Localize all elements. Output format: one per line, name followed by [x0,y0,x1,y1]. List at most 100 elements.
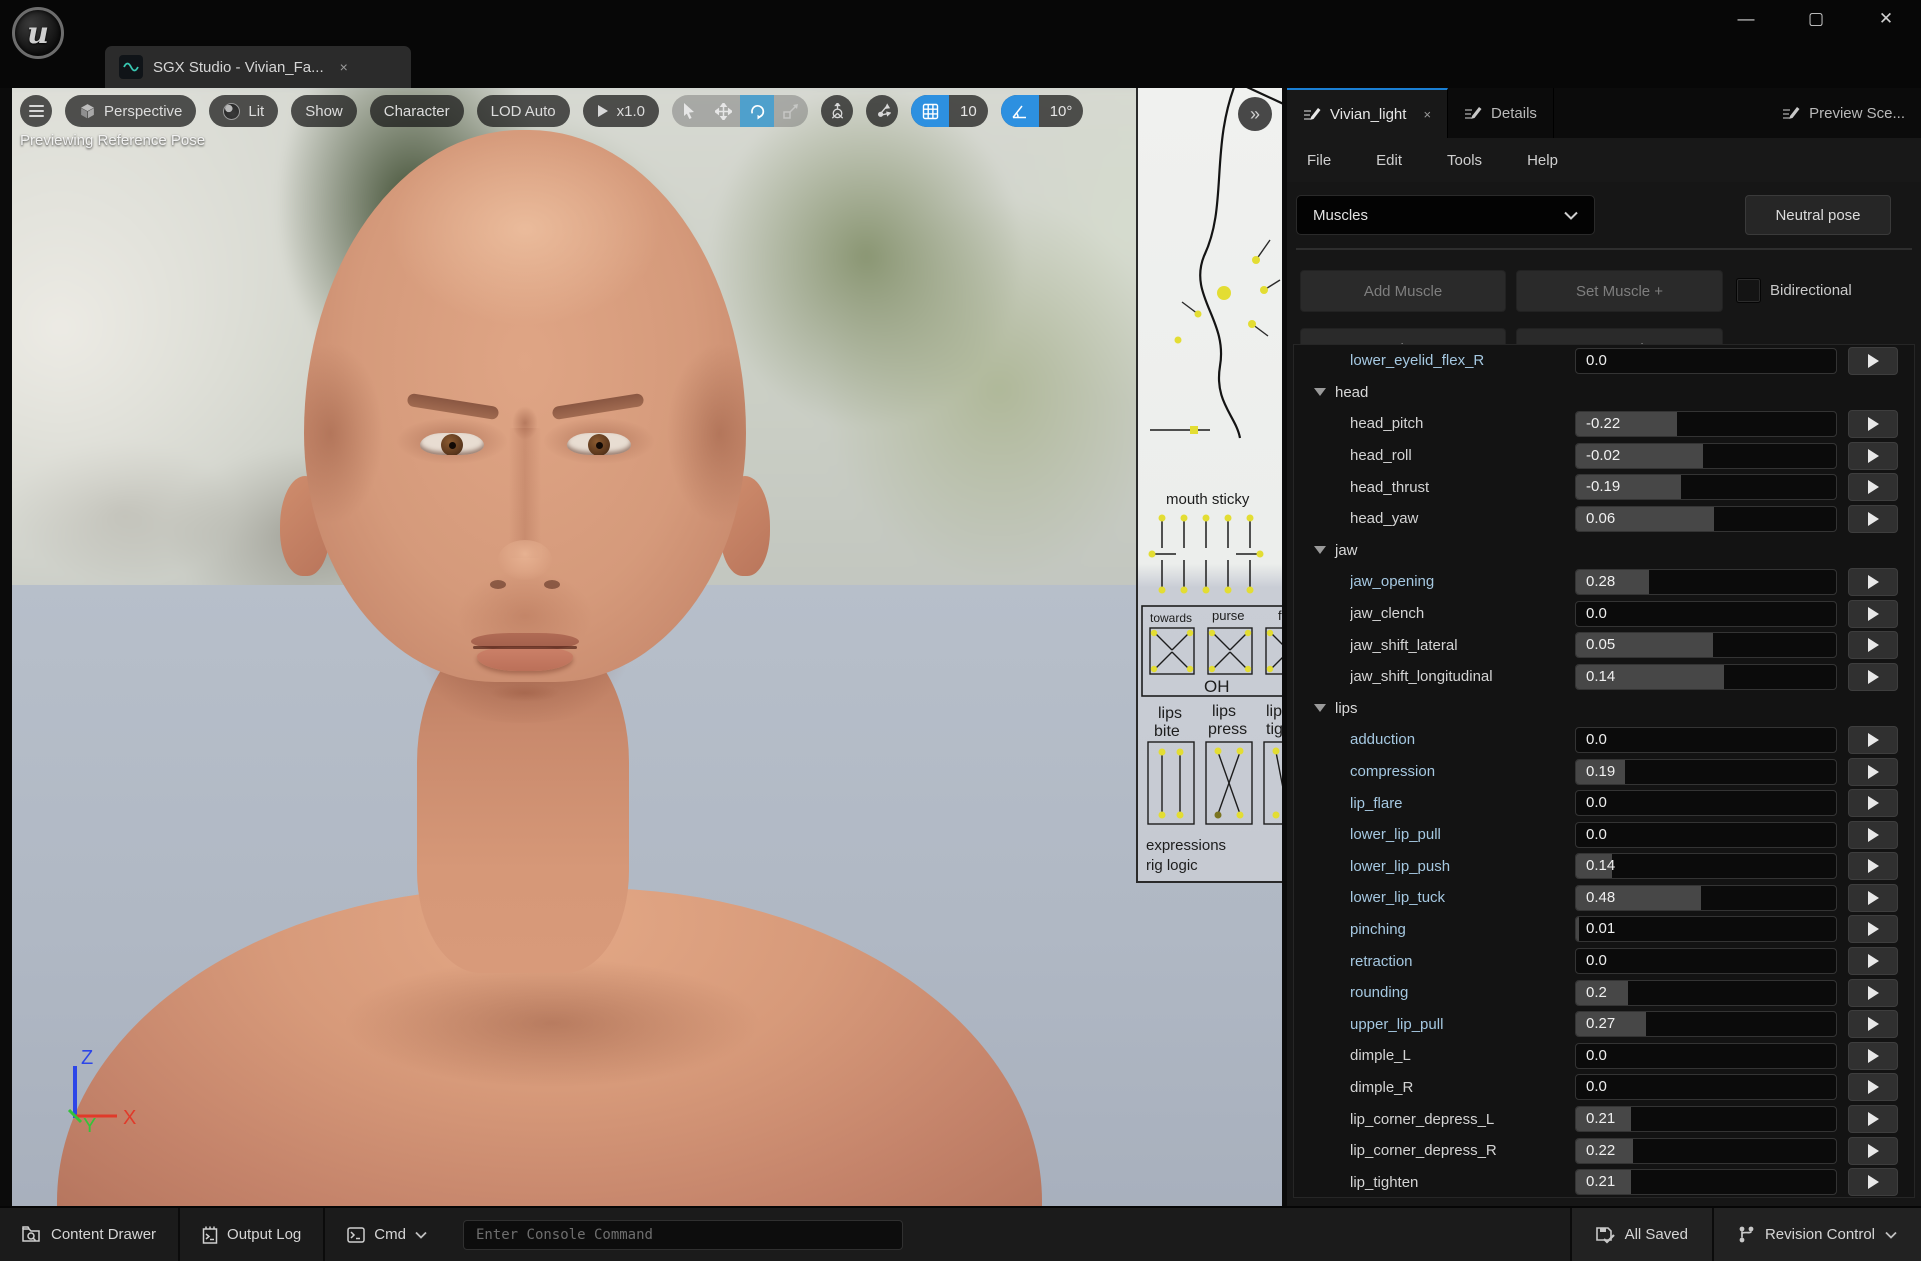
muscle-row: lip_corner_depress_L 0.21 [1294,1103,1914,1135]
mode-dropdown[interactable]: Muscles [1296,195,1595,235]
show-button[interactable]: Show [291,95,357,127]
muscle-value-slider[interactable]: 0.0 [1575,790,1837,816]
muscle-play-button[interactable] [1848,947,1898,975]
muscle-value-slider[interactable]: 0.14 [1575,853,1837,879]
collapse-triangle-icon[interactable] [1314,388,1326,396]
muscle-play-button[interactable] [1848,1137,1898,1165]
muscle-group-row[interactable]: lips [1294,693,1914,725]
muscle-play-button[interactable] [1848,1105,1898,1133]
muscle-play-button[interactable] [1848,1168,1898,1196]
muscle-play-button[interactable] [1848,852,1898,880]
muscle-play-button[interactable] [1848,821,1898,849]
muscle-value-slider[interactable]: 0.0 [1575,1074,1837,1100]
muscle-value-slider[interactable]: 0.28 [1575,569,1837,595]
muscle-play-button[interactable] [1848,410,1898,438]
cmd-selector[interactable]: Cmd [325,1208,449,1261]
menu-tools[interactable]: Tools [1447,152,1482,169]
3d-viewport[interactable]: mouth sticky [12,88,1282,1206]
grid-snap-control[interactable]: 10 [911,95,988,127]
muscle-play-button[interactable] [1848,631,1898,659]
unreal-engine-logo-icon[interactable]: u [12,7,64,59]
muscle-play-button[interactable] [1848,663,1898,691]
muscle-play-button[interactable] [1848,1042,1898,1070]
muscle-play-button[interactable] [1848,473,1898,501]
muscle-group-row[interactable]: jaw [1294,535,1914,567]
play-icon [1868,1049,1879,1063]
neutral-pose-button[interactable]: Neutral pose [1745,195,1891,235]
menu-help[interactable]: Help [1527,152,1558,169]
lod-auto-button[interactable]: LOD Auto [477,95,570,127]
muscle-value-slider[interactable]: 0.22 [1575,1138,1837,1164]
muscle-play-button[interactable] [1848,726,1898,754]
select-tool[interactable] [672,95,706,127]
menu-edit[interactable]: Edit [1376,152,1402,169]
muscle-play-button[interactable] [1848,758,1898,786]
muscle-value-slider[interactable]: 0.0 [1575,822,1837,848]
perspective-button[interactable]: Perspective [65,95,196,127]
tab-details[interactable]: Details [1448,88,1554,138]
output-log-button[interactable]: Output Log [180,1208,323,1261]
menu-file[interactable]: File [1307,152,1331,169]
muscle-value-slider[interactable]: 0.0 [1575,1043,1837,1069]
collapse-triangle-icon[interactable] [1314,546,1326,554]
local-space-button[interactable] [821,95,853,127]
set-muscle-plus-button[interactable]: Set Muscle + [1516,270,1723,312]
bidirectional-checkbox[interactable] [1736,278,1761,303]
muscle-value-slider[interactable]: 0.14 [1575,664,1837,690]
console-command-input[interactable] [463,1220,903,1250]
minimize-button[interactable]: — [1733,6,1759,32]
muscle-play-button[interactable] [1848,1010,1898,1038]
muscle-group-row[interactable]: head [1294,377,1914,409]
muscle-label: dimple_L [1350,1047,1575,1064]
muscle-play-button[interactable] [1848,442,1898,470]
muscle-play-button[interactable] [1848,568,1898,596]
muscle-play-button[interactable] [1848,505,1898,533]
viewport-menu-button[interactable] [20,95,52,127]
muscle-play-button[interactable] [1848,789,1898,817]
document-tab[interactable]: SGX Studio - Vivian_Fa... × [105,46,411,88]
world-space-button[interactable] [866,95,898,127]
muscle-value-slider[interactable]: 0.0 [1575,601,1837,627]
content-drawer-button[interactable]: Content Drawer [0,1208,178,1261]
muscle-value-slider[interactable]: -0.02 [1575,443,1837,469]
angle-snap-control[interactable]: 10° [1001,95,1084,127]
muscle-play-button[interactable] [1848,884,1898,912]
muscle-play-button[interactable] [1848,347,1898,375]
character-button[interactable]: Character [370,95,464,127]
muscle-value-slider[interactable]: 0.19 [1575,759,1837,785]
muscle-value-slider[interactable]: -0.22 [1575,411,1837,437]
playback-speed-button[interactable]: x1.0 [583,95,659,127]
muscle-value-slider[interactable]: 0.21 [1575,1106,1837,1132]
tab-close-icon[interactable]: × [1423,107,1431,122]
tab-preview-scene[interactable]: Preview Sce... [1766,88,1921,138]
all-saved-button[interactable]: All Saved [1570,1208,1712,1261]
maximize-button[interactable]: ▢ [1803,6,1829,32]
document-tab-close-icon[interactable]: × [340,59,348,75]
muscle-play-button[interactable] [1848,1073,1898,1101]
muscle-value-slider[interactable]: 0.01 [1575,916,1837,942]
add-muscle-button[interactable]: Add Muscle [1300,270,1506,312]
toolbar-expand-button[interactable]: » [1238,97,1272,131]
move-tool[interactable] [706,95,740,127]
muscle-value-slider[interactable]: 0.0 [1575,948,1837,974]
muscle-value-slider[interactable]: 0.21 [1575,1169,1837,1195]
collapse-triangle-icon[interactable] [1314,704,1326,712]
close-button[interactable]: ✕ [1873,6,1899,32]
muscle-play-button[interactable] [1848,915,1898,943]
tab-vivian-light[interactable]: Vivian_light × [1287,88,1448,138]
muscle-value-slider[interactable]: 0.2 [1575,980,1837,1006]
rotate-tool[interactable] [740,95,774,127]
muscle-value-slider[interactable]: 0.0 [1575,727,1837,753]
muscle-value-slider[interactable]: 0.48 [1575,885,1837,911]
muscle-play-button[interactable] [1848,600,1898,628]
muscle-value-slider[interactable]: 0.0 [1575,348,1837,374]
muscle-value-slider[interactable]: 0.27 [1575,1011,1837,1037]
scale-tool[interactable] [774,95,808,127]
muscle-value-slider[interactable]: 0.06 [1575,506,1837,532]
muscle-play-button[interactable] [1848,979,1898,1007]
lit-mode-button[interactable]: Lit [209,95,278,127]
muscle-value-slider[interactable]: 0.05 [1575,632,1837,658]
muscle-list[interactable]: lower_eyelid_flex_R 0.0 head head_pitch … [1293,344,1915,1198]
revision-control-button[interactable]: Revision Control [1712,1208,1921,1261]
muscle-value-slider[interactable]: -0.19 [1575,474,1837,500]
